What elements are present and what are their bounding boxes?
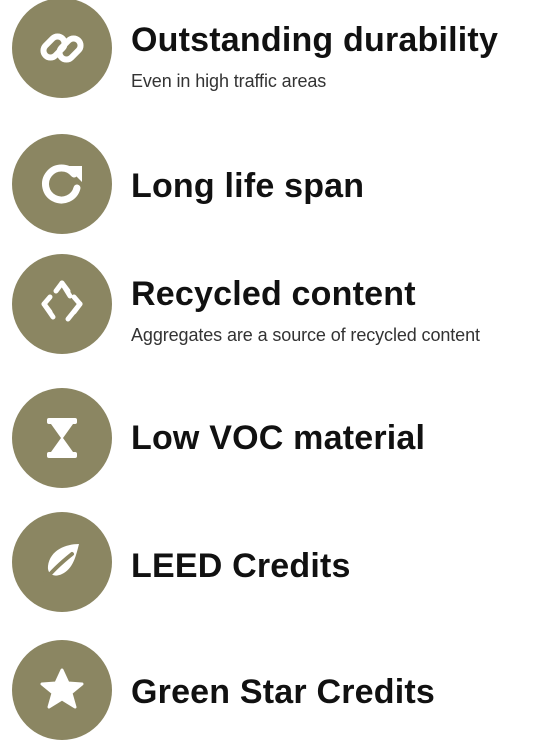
feature-title: Recycled content — [131, 275, 416, 313]
feature-title: Long life span — [131, 167, 365, 205]
feature-icon-circle — [12, 640, 112, 740]
feature-subtitle: Aggregates are a source of recycled cont… — [131, 325, 480, 345]
feature-title: Outstanding durability — [131, 21, 499, 59]
recycle-icon — [36, 278, 88, 330]
feature-title: Green Star Credits — [131, 673, 436, 711]
feature-icon-circle — [12, 0, 112, 98]
feature-icon-circle — [12, 254, 112, 354]
feature-title: Low VOC material — [131, 419, 426, 457]
hourglass-icon — [36, 412, 88, 464]
feature-icon-circle — [12, 512, 112, 612]
feature-icon-circle — [12, 388, 112, 488]
star-icon — [36, 664, 88, 716]
feature-title: LEED Credits — [131, 547, 351, 585]
leaf-icon — [36, 536, 88, 588]
link-icon — [36, 22, 88, 74]
refresh-icon — [36, 158, 88, 210]
feature-icon-circle — [12, 134, 112, 234]
feature-subtitle: Even in high traffic areas — [131, 71, 327, 91]
